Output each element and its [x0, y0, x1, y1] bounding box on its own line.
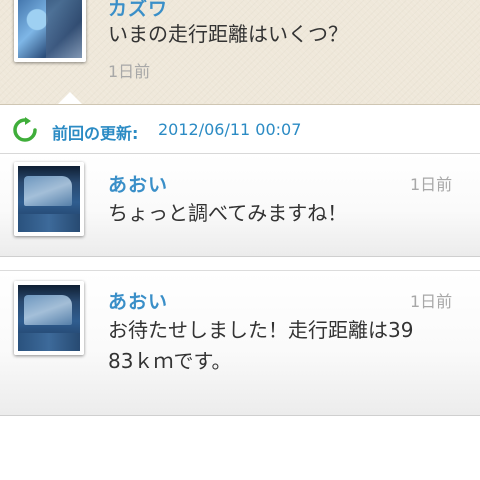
- original-post: カズワ いまの走行距離はいくつ？ 1日前: [0, 0, 480, 105]
- last-update-timestamp: 2012/06/11 00:07: [158, 120, 302, 139]
- reply-item[interactable]: あおい 1日前 ちょっと調べてみますね！: [0, 154, 480, 257]
- reply-message-line: お待たせしました！走行距離は39: [108, 318, 414, 342]
- reply-message-line: 83ｋｍです。: [108, 349, 232, 373]
- original-post-time: 1日前: [108, 62, 151, 81]
- original-post-author[interactable]: カズワ: [108, 0, 168, 21]
- reply-time: 1日前: [410, 175, 453, 194]
- reply-time: 1日前: [410, 292, 453, 311]
- post-pointer: [58, 92, 82, 104]
- reply-author[interactable]: あおい: [108, 170, 168, 197]
- avatar-kazuwa[interactable]: [14, 0, 86, 62]
- refresh-icon[interactable]: [12, 117, 38, 143]
- avatar-aoi[interactable]: [14, 162, 84, 236]
- avatar-aoi[interactable]: [14, 281, 84, 355]
- reply-message-line: ちょっと調べてみますね！: [108, 201, 348, 225]
- last-update-label: 前回の更新:: [52, 124, 139, 143]
- reply-author[interactable]: あおい: [108, 287, 168, 314]
- original-post-message: いまの走行距離はいくつ？: [108, 22, 348, 46]
- last-update-bar[interactable]: 前回の更新: 2012/06/11 00:07: [0, 105, 480, 154]
- reply-item[interactable]: あおい 1日前 お待たせしました！走行距離は39 83ｋｍです。: [0, 270, 480, 416]
